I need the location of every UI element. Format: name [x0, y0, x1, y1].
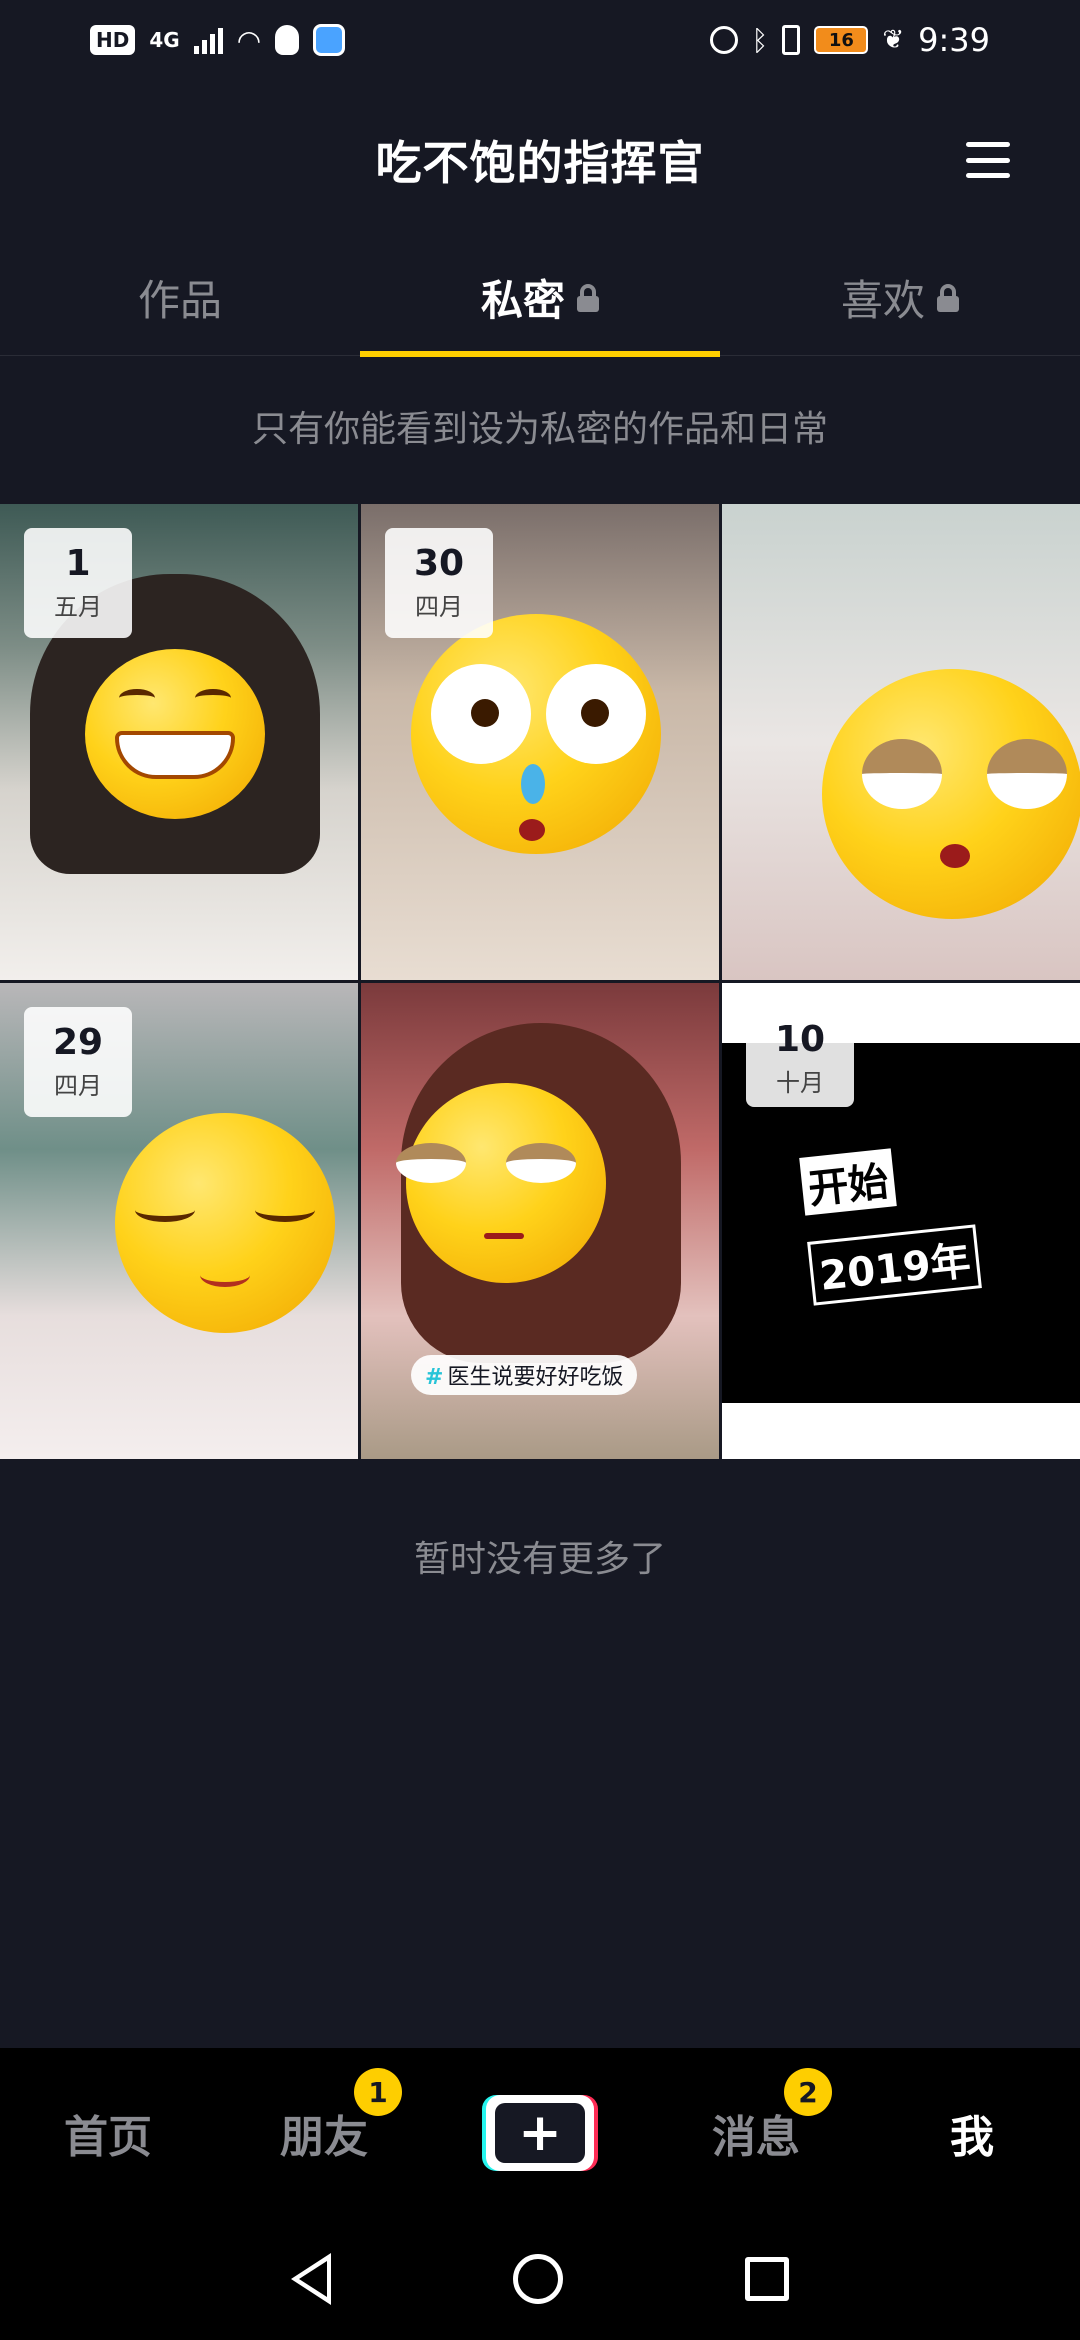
- hd-icon: HD: [90, 25, 136, 55]
- hashtag-text: 医生说要好好吃饭: [447, 1365, 624, 1390]
- private-notice: 只有你能看到设为私密的作品和日常: [251, 409, 828, 450]
- nav-messages[interactable]: 消息 2: [648, 2048, 864, 2218]
- recents-icon[interactable]: [745, 2257, 789, 2301]
- date-month: 四月: [54, 1072, 102, 1101]
- lock-icon: [577, 283, 599, 312]
- app-icon: [313, 24, 346, 56]
- nav-friends[interactable]: 朋友 1: [216, 2048, 432, 2218]
- video-thumbnail[interactable]: 30 四月: [361, 504, 719, 980]
- system-nav-bar: [0, 2218, 1080, 2340]
- wifi-icon: ◠: [236, 23, 262, 57]
- content-emoji: [115, 1113, 335, 1333]
- date-badge: 1 五月: [24, 528, 132, 638]
- create-button[interactable]: +: [482, 2095, 598, 2171]
- tab-works[interactable]: 作品: [0, 240, 360, 355]
- date-day: 29: [52, 1021, 104, 1063]
- tab-likes[interactable]: 喜欢: [720, 240, 1080, 355]
- leaf-icon: ❦: [882, 25, 905, 55]
- profile-header: 吃不饱的指挥官: [0, 110, 1080, 210]
- bluetooth-icon: ᛒ: [751, 23, 769, 57]
- tab-private-label: 私密: [480, 276, 565, 325]
- status-left: HD 4G ◠: [90, 23, 346, 57]
- date-month: 五月: [54, 593, 102, 622]
- skeptical-emoji: [396, 1083, 606, 1283]
- clock: 9:39: [918, 21, 990, 59]
- status-right: ᛒ 16 ❦ 9:39: [709, 21, 990, 59]
- page-title: 吃不饱的指挥官: [375, 136, 705, 190]
- grinning-emoji: [85, 649, 265, 819]
- bottom-nav: 首页 朋友 1 + 消息 2 我: [0, 2048, 1080, 2218]
- hashtag-chip[interactable]: # 医生说要好好吃饭: [411, 1355, 638, 1395]
- profile-tabs: 作品 私密 喜欢: [0, 240, 1080, 357]
- date-badge: 29 四月: [24, 1007, 132, 1117]
- qq-icon: [275, 25, 300, 55]
- status-bar: HD 4G ◠ ᛒ 16 ❦ 9:39: [0, 0, 1080, 80]
- battery-icon: 16: [814, 26, 869, 54]
- unamused-emoji: [822, 669, 1080, 919]
- plus-icon: +: [495, 2103, 585, 2163]
- nav-friends-label: 朋友: [280, 2112, 368, 2163]
- angry-emoji: [411, 614, 661, 854]
- alarm-icon: [709, 26, 738, 54]
- menu-icon[interactable]: [966, 142, 1010, 178]
- date-day: 30: [413, 542, 465, 584]
- lock-icon: [937, 283, 959, 312]
- date-month: 十月: [776, 1069, 824, 1098]
- tab-likes-label: 喜欢: [840, 276, 925, 325]
- network-type-label: 4G: [149, 28, 180, 52]
- video-thumbnail[interactable]: # 医生说要好好吃饭: [361, 983, 719, 1459]
- video-thumbnail[interactable]: 29 四月: [0, 983, 358, 1459]
- notification-badge: 2: [784, 2068, 832, 2116]
- no-more-label: 暂时没有更多了: [413, 1539, 666, 1580]
- notification-badge: 1: [354, 2068, 402, 2116]
- tab-private[interactable]: 私密: [360, 240, 720, 357]
- video-thumbnail[interactable]: [722, 504, 1080, 980]
- video-grid: 1 五月 30 四月 29 四月 # 医生说要好好吃饭 开始 2019年 10 …: [0, 504, 1080, 1459]
- back-icon[interactable]: [291, 2253, 331, 2305]
- date-month: 四月: [415, 593, 463, 622]
- video-thumbnail[interactable]: 开始 2019年 10 十月: [722, 983, 1080, 1459]
- video-thumbnail[interactable]: 1 五月: [0, 504, 358, 980]
- home-icon[interactable]: [513, 2254, 563, 2304]
- nav-home[interactable]: 首页: [0, 2048, 216, 2218]
- nav-home-label: 首页: [64, 2112, 152, 2163]
- date-day: 10: [774, 1018, 826, 1060]
- nav-me[interactable]: 我: [864, 2048, 1080, 2218]
- signal-icon: [193, 26, 223, 54]
- tab-works-label: 作品: [137, 276, 222, 325]
- nav-messages-label: 消息: [712, 2112, 800, 2163]
- date-badge: 30 四月: [385, 528, 493, 638]
- date-badge: 10 十月: [746, 1011, 854, 1107]
- nav-create[interactable]: +: [432, 2048, 648, 2218]
- date-day: 1: [65, 542, 91, 584]
- nav-me-label: 我: [950, 2112, 994, 2163]
- vibrate-icon: [782, 25, 801, 55]
- campaign-logo: 开始 2019年: [799, 1148, 983, 1306]
